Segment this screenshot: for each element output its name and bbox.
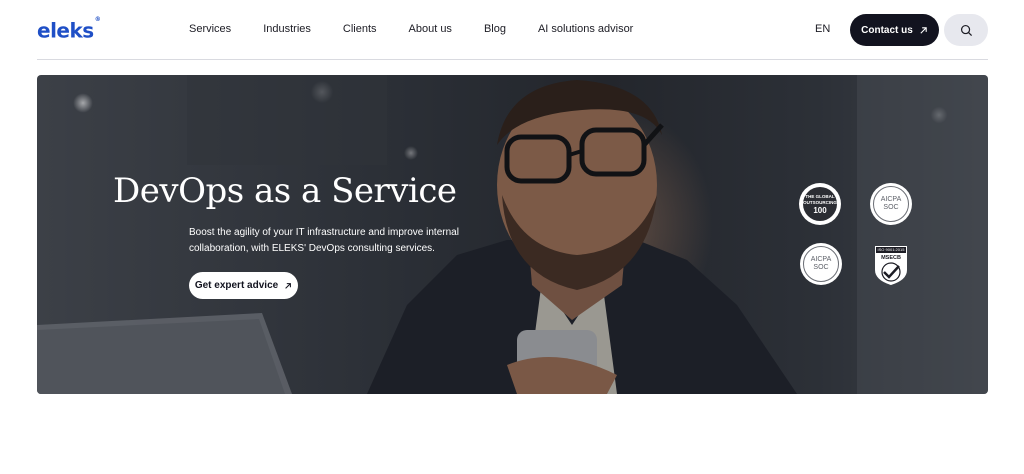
get-expert-advice-button[interactable]: Get expert advice — [189, 272, 298, 299]
contact-us-label: Contact us — [861, 24, 913, 36]
language-selector[interactable]: EN — [815, 21, 830, 37]
badge-text: ISO 9001:2015 — [877, 247, 905, 252]
logo-text: eleks — [37, 18, 94, 43]
main-nav: Services Industries Clients About us Blo… — [189, 21, 633, 37]
search-icon — [960, 24, 972, 36]
hero-background-photo — [37, 75, 988, 394]
badge-text: 100 — [813, 205, 827, 215]
badge-text: SOC — [883, 204, 899, 211]
hero-banner: DevOps as a Service Boost the agility of… — [37, 75, 988, 394]
header-divider — [37, 59, 988, 60]
hero-title: DevOps as a Service — [113, 171, 457, 211]
aicpa-soc-badge: AICPA SOC — [870, 183, 912, 225]
logo-registered-mark: ® — [94, 16, 101, 23]
contact-us-button[interactable]: Contact us — [850, 14, 939, 46]
nav-item-about-us[interactable]: About us — [409, 21, 452, 37]
nav-item-blog[interactable]: Blog — [484, 21, 506, 37]
arrow-up-right-icon — [285, 282, 292, 289]
eleks-logo[interactable]: eleks® — [37, 16, 101, 44]
nav-item-industries[interactable]: Industries — [263, 21, 311, 37]
site-header: eleks® Services Industries Clients About… — [0, 0, 1024, 60]
outsourcing-100-badge: THE GLOBAL OUTSOURCING 100 — [799, 183, 841, 225]
search-button[interactable] — [944, 14, 988, 46]
iso-mscb-badge: ISO 9001:2015 MSECB — [873, 244, 909, 286]
badge-text: AICPA — [880, 196, 902, 203]
badge-text: AICPA — [810, 256, 832, 263]
nav-item-ai-solutions-advisor[interactable]: AI solutions advisor — [538, 21, 633, 37]
nav-item-clients[interactable]: Clients — [343, 21, 377, 37]
badge-text: MSECB — [881, 255, 901, 261]
badge-text: SOC — [813, 264, 829, 271]
nav-item-services[interactable]: Services — [189, 21, 231, 37]
aicpa-soc-badge: AICPA SOC — [800, 243, 842, 285]
hero-description: Boost the agility of your IT infrastruct… — [189, 227, 459, 254]
get-expert-advice-label: Get expert advice — [194, 280, 279, 291]
arrow-up-right-icon — [920, 26, 927, 34]
